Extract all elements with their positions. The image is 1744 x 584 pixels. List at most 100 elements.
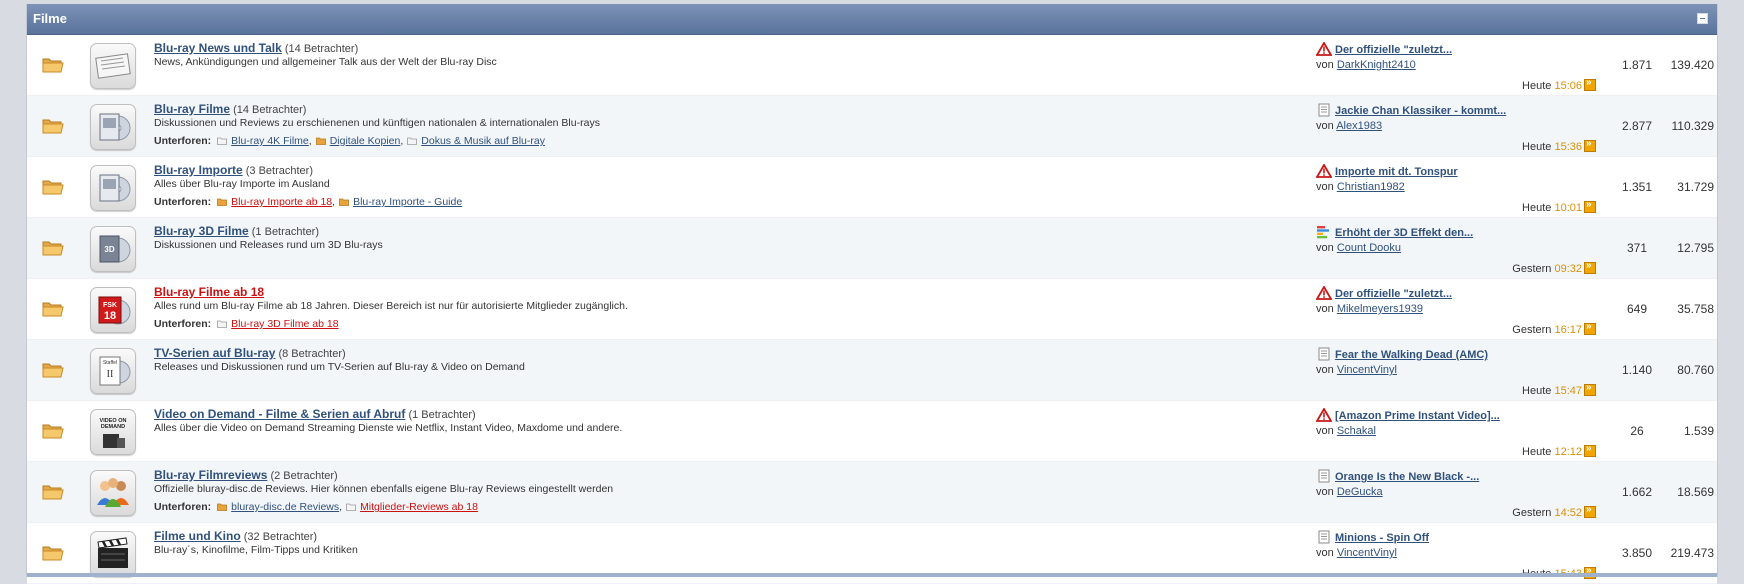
forum-info: Blu-ray Filme ab 18 Alles rund um Blu-ra… — [154, 285, 1174, 331]
warning-icon — [1315, 41, 1333, 56]
last-post-title-link[interactable]: Der offizielle "zuletzt... — [1335, 288, 1452, 300]
folder-icon — [407, 136, 418, 145]
forum-row: Blu-ray Filme (14 Betrachter) Diskussione… — [27, 96, 1717, 157]
last-post-user-link[interactable]: Christian1982 — [1337, 181, 1405, 193]
subforum-link[interactable]: Dokus & Musik auf Blu-ray — [421, 135, 545, 147]
subforum-list: Unterforen: Blu-ray 3D Filme ab 18 — [154, 318, 1174, 331]
last-post-user-link[interactable]: VincentVinyl — [1337, 547, 1397, 559]
folder-icon — [42, 239, 64, 256]
viewer-count: (3 Betrachter) — [245, 165, 313, 177]
fsk18-icon[interactable]: FSK 18 — [90, 287, 136, 333]
forum-title-link[interactable]: Blu-ray News und Talk — [154, 41, 282, 55]
last-post-user-link[interactable]: VincentVinyl — [1337, 364, 1397, 376]
last-post-date: Gestern 09:32 — [1512, 260, 1596, 275]
subforum-link[interactable]: bluray-disc.de Reviews — [231, 501, 339, 513]
folder-icon — [42, 422, 64, 439]
forum-title-link[interactable]: Blu-ray Importe — [154, 163, 243, 177]
subforum-link[interactable]: Digitale Kopien — [330, 135, 401, 147]
forum-row: FSK 18 Blu-ray Filme ab 18 Alles rund um B… — [27, 279, 1717, 340]
last-post-title-link[interactable]: Minions - Spin Off — [1335, 532, 1429, 544]
forum-info: Blu-ray Filme (14 Betrachter) Diskussione… — [154, 102, 1174, 148]
forum-title-link[interactable]: Blu-ray Filme ab 18 — [154, 285, 264, 299]
news-disc-icon[interactable] — [90, 43, 136, 89]
last-post-title-link[interactable]: Fear the Walking Dead (AMC) — [1335, 349, 1488, 361]
go-to-last-post-icon[interactable] — [1584, 77, 1596, 91]
last-post-day: Heute — [1522, 80, 1552, 92]
go-to-last-post-icon[interactable] — [1584, 321, 1596, 335]
go-to-last-post-icon[interactable] — [1584, 199, 1596, 213]
folder-icon — [217, 319, 228, 328]
svg-text:Staffel: Staffel — [103, 360, 117, 366]
forum-info: Blu-ray 3D Filme (1 Betrachter) Diskussio… — [154, 224, 1174, 252]
by-label: von — [1316, 303, 1334, 315]
folder-icon — [346, 502, 357, 511]
forum-row: Blu-ray Filmreviews (2 Betrachter) Offizi… — [27, 462, 1717, 523]
forum-title-link[interactable]: Blu-ray Filme — [154, 102, 230, 116]
category-header: Filme — [27, 4, 1717, 35]
post-count: 31.729 — [1677, 180, 1714, 194]
forum-info: Blu-ray News und Talk (14 Betrachter) New… — [154, 41, 1174, 69]
go-to-last-post-icon[interactable] — [1584, 260, 1596, 274]
last-post-title-link[interactable]: Erhöht der 3D Effekt den... — [1335, 227, 1473, 239]
collapse-icon[interactable] — [1697, 13, 1708, 24]
last-post-title-link[interactable]: Orange Is the New Black -... — [1335, 471, 1479, 483]
last-post-user-link[interactable]: Alex1983 — [1336, 120, 1382, 132]
document-icon — [1316, 103, 1332, 117]
forum-row: VIDEO ON DEMAND Video on Demand - Filme & … — [27, 401, 1717, 462]
go-to-last-post-icon[interactable] — [1584, 138, 1596, 152]
3d-disc-icon[interactable]: 3D — [90, 226, 136, 272]
forum-info: Blu-ray Importe (3 Betrachter) Alles über… — [154, 163, 1174, 209]
forum-title-link[interactable]: Blu-ray 3D Filme — [154, 224, 249, 238]
go-to-last-post-icon[interactable] — [1584, 382, 1596, 396]
by-label: von — [1316, 59, 1334, 71]
post-count: 110.329 — [1671, 119, 1715, 133]
last-post-user-link[interactable]: DeGucka — [1337, 486, 1383, 498]
last-post: Orange Is the New Black -... von DeGucka G… — [1316, 469, 1596, 519]
viewer-count: (14 Betrachter) — [233, 104, 307, 116]
forum-row: Staffel II TV-Serien auf Blu-ray (8 Betrac… — [27, 340, 1717, 401]
subforum-item: Blu-ray Importe - Guide — [339, 196, 462, 208]
last-post-user-link[interactable]: Schakal — [1337, 425, 1376, 437]
reviews-icon[interactable] — [90, 470, 136, 516]
go-to-last-post-icon[interactable] — [1584, 504, 1596, 518]
last-post-title-link[interactable]: Importe mit dt. Tonspur — [1335, 166, 1458, 178]
movie-disc-icon[interactable] — [90, 104, 136, 150]
last-post-user-link[interactable]: Count Dooku — [1337, 242, 1401, 254]
document-icon — [1316, 469, 1332, 483]
forum-title-link[interactable]: Filme und Kino — [154, 529, 241, 543]
tv-series-icon[interactable]: Staffel II — [90, 348, 136, 394]
subforum-link[interactable]: Blu-ray 3D Filme ab 18 — [231, 318, 338, 330]
import-disc-icon[interactable] — [90, 165, 136, 211]
separator: , — [332, 196, 336, 208]
svg-text:18: 18 — [104, 310, 116, 322]
last-post-title-link[interactable]: Jackie Chan Klassiker - kommt... — [1335, 105, 1506, 117]
clapperboard-icon[interactable] — [90, 531, 136, 577]
last-post: Der offizielle "zuletzt... von Mikelmeyer… — [1315, 285, 1596, 336]
forum-info: Filme und Kino (32 Betrachter) Blu-ray´s,… — [154, 529, 1174, 557]
go-to-last-post-icon[interactable] — [1584, 443, 1596, 457]
last-post: Der offizielle "zuletzt... von DarkKnight… — [1315, 41, 1596, 92]
subforum-link[interactable]: Blu-ray 4K Filme — [231, 135, 309, 147]
subforum-link[interactable]: Blu-ray Importe ab 18 — [231, 196, 332, 208]
last-post: [Amazon Prime Instant Video]... von Schak… — [1315, 407, 1596, 458]
last-post-title-link[interactable]: Der offizielle "zuletzt... — [1335, 44, 1452, 56]
folder-icon — [42, 361, 64, 378]
forum-info: Blu-ray Filmreviews (2 Betrachter) Offizi… — [154, 468, 1174, 514]
viewer-count: (32 Betrachter) — [243, 531, 318, 543]
last-post-user-link[interactable]: DarkKnight2410 — [1337, 59, 1416, 71]
subforum-link[interactable]: Blu-ray Importe - Guide — [353, 196, 462, 208]
forum-title-link[interactable]: Video on Demand - Filme & Serien auf Abr… — [154, 407, 405, 421]
last-post-time: 15:47 — [1554, 385, 1582, 397]
last-post-user-link[interactable]: Mikelmeyers1939 — [1337, 303, 1423, 315]
forum-title-link[interactable]: TV-Serien auf Blu-ray — [154, 346, 275, 360]
last-post-date: Gestern 16:17 — [1512, 321, 1596, 336]
subforum-link[interactable]: Mitglieder-Reviews ab 18 — [360, 501, 478, 513]
vod-icon[interactable]: VIDEO ON DEMAND — [90, 409, 136, 455]
forum-description: News, Ankündigungen und allgemeiner Talk… — [154, 56, 497, 68]
forum-title-link[interactable]: Blu-ray Filmreviews — [154, 468, 267, 482]
last-post-title-link[interactable]: [Amazon Prime Instant Video]... — [1335, 410, 1500, 422]
post-count: 80.760 — [1677, 363, 1714, 377]
forum-category-box: Filme Blu-ray News und Talk (14 Betracht… — [26, 4, 1718, 584]
subforum-list: Unterforen: Blu-ray Importe ab 18, Blu-ray… — [154, 196, 1174, 209]
forum-row: Blu-ray News und Talk (14 Betrachter) New… — [27, 35, 1717, 96]
